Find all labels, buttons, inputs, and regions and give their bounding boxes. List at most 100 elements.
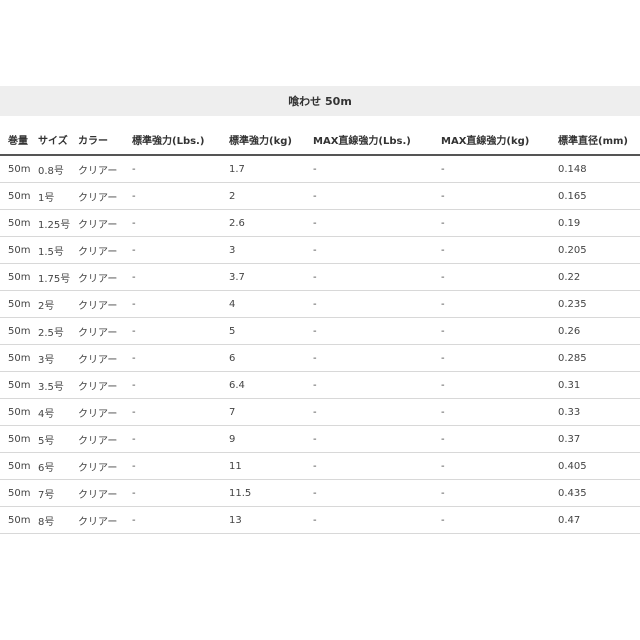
header-max-strength-kg: MAX直線強力(kg) xyxy=(433,124,550,156)
table-row: 50m 0.8号 クリアー -1.7- -0.148 xyxy=(0,155,640,183)
cell-amount: 50m xyxy=(0,209,34,237)
cell-amount: 50m xyxy=(0,236,34,264)
cell-max-strength-lbs: - xyxy=(305,236,433,264)
cell-std-diameter: 0.435 xyxy=(550,479,640,507)
cell-amount: 50m xyxy=(0,398,34,426)
cell-max-strength-lbs: - xyxy=(305,398,433,426)
cell-max-strength-lbs: - xyxy=(305,479,433,507)
cell-std-strength-lbs: - xyxy=(124,263,221,291)
cell-std-diameter: 0.31 xyxy=(550,371,640,399)
table-row: 50m 8号 クリアー -13- -0.47 xyxy=(0,506,640,534)
header-std-diameter: 標準直径(mm) xyxy=(550,124,640,156)
cell-size: 5号 xyxy=(34,425,74,453)
table-header-row: 巻量 サイズ カラー 標準強力(Lbs.) 標準強力(kg) MAX直線強力(L… xyxy=(0,124,640,156)
cell-amount: 50m xyxy=(0,479,34,507)
cell-color: クリアー xyxy=(74,452,124,480)
cell-max-strength-lbs: - xyxy=(305,371,433,399)
table-row: 50m 2号 クリアー -4- -0.235 xyxy=(0,290,640,318)
table-body: 50m 0.8号 クリアー -1.7- -0.148 50m 1号 クリアー -2- -0.165… xyxy=(0,155,640,534)
cell-max-strength-lbs: - xyxy=(305,317,433,345)
cell-color: クリアー xyxy=(74,290,124,318)
cell-std-strength-kg: 5 xyxy=(221,317,305,345)
cell-std-strength-kg: 11 xyxy=(221,452,305,480)
cell-max-strength-kg: - xyxy=(433,155,550,183)
table-row: 50m 1号 クリアー -2- -0.165 xyxy=(0,182,640,210)
spec-page: 喰わせ 50m 巻量 サイズ カラー 標準強力(Lbs.) 標準強力(kg) M… xyxy=(0,0,640,640)
cell-amount: 50m xyxy=(0,506,34,534)
cell-max-strength-lbs: - xyxy=(305,425,433,453)
cell-std-diameter: 0.33 xyxy=(550,398,640,426)
cell-size: 8号 xyxy=(34,506,74,534)
cell-max-strength-kg: - xyxy=(433,344,550,372)
cell-size: 2.5号 xyxy=(34,317,74,345)
cell-std-strength-lbs: - xyxy=(124,344,221,372)
cell-max-strength-kg: - xyxy=(433,452,550,480)
cell-amount: 50m xyxy=(0,344,34,372)
cell-std-diameter: 0.285 xyxy=(550,344,640,372)
cell-max-strength-kg: - xyxy=(433,398,550,426)
header-color: カラー xyxy=(74,124,124,156)
cell-std-strength-kg: 6 xyxy=(221,344,305,372)
cell-max-strength-lbs: - xyxy=(305,209,433,237)
cell-max-strength-lbs: - xyxy=(305,182,433,210)
cell-std-strength-kg: 3 xyxy=(221,236,305,264)
cell-size: 1.25号 xyxy=(34,209,74,237)
cell-size: 3号 xyxy=(34,344,74,372)
table-caption: 喰わせ 50m xyxy=(0,86,640,116)
cell-color: クリアー xyxy=(74,263,124,291)
cell-amount: 50m xyxy=(0,317,34,345)
header-amount: 巻量 xyxy=(0,124,34,156)
cell-std-diameter: 0.205 xyxy=(550,236,640,264)
cell-std-strength-lbs: - xyxy=(124,155,221,183)
cell-max-strength-lbs: - xyxy=(305,452,433,480)
table-row: 50m 5号 クリアー -9- -0.37 xyxy=(0,425,640,453)
cell-color: クリアー xyxy=(74,479,124,507)
cell-std-diameter: 0.235 xyxy=(550,290,640,318)
cell-std-strength-kg: 1.7 xyxy=(221,155,305,183)
table-row: 50m 3号 クリアー -6- -0.285 xyxy=(0,344,640,372)
cell-std-strength-kg: 6.4 xyxy=(221,371,305,399)
cell-std-strength-lbs: - xyxy=(124,425,221,453)
cell-color: クリアー xyxy=(74,182,124,210)
cell-amount: 50m xyxy=(0,182,34,210)
cell-max-strength-kg: - xyxy=(433,371,550,399)
cell-std-diameter: 0.405 xyxy=(550,452,640,480)
cell-max-strength-kg: - xyxy=(433,236,550,264)
cell-color: クリアー xyxy=(74,425,124,453)
cell-size: 3.5号 xyxy=(34,371,74,399)
cell-max-strength-kg: - xyxy=(433,263,550,291)
cell-std-strength-kg: 13 xyxy=(221,506,305,534)
cell-color: クリアー xyxy=(74,371,124,399)
cell-max-strength-kg: - xyxy=(433,506,550,534)
cell-std-strength-kg: 4 xyxy=(221,290,305,318)
cell-std-strength-kg: 7 xyxy=(221,398,305,426)
cell-color: クリアー xyxy=(74,344,124,372)
cell-max-strength-kg: - xyxy=(433,209,550,237)
cell-std-diameter: 0.165 xyxy=(550,182,640,210)
cell-max-strength-lbs: - xyxy=(305,155,433,183)
cell-max-strength-lbs: - xyxy=(305,506,433,534)
cell-std-strength-lbs: - xyxy=(124,290,221,318)
cell-size: 1.75号 xyxy=(34,263,74,291)
cell-color: クリアー xyxy=(74,398,124,426)
cell-std-strength-lbs: - xyxy=(124,236,221,264)
cell-std-strength-kg: 2 xyxy=(221,182,305,210)
table-row: 50m 1.75号 クリアー -3.7- -0.22 xyxy=(0,263,640,291)
cell-size: 1.5号 xyxy=(34,236,74,264)
cell-color: クリアー xyxy=(74,317,124,345)
cell-std-strength-lbs: - xyxy=(124,182,221,210)
table-row: 50m 1.5号 クリアー -3- -0.205 xyxy=(0,236,640,264)
cell-color: クリアー xyxy=(74,209,124,237)
cell-std-diameter: 0.26 xyxy=(550,317,640,345)
cell-size: 7号 xyxy=(34,479,74,507)
header-std-strength-lbs: 標準強力(Lbs.) xyxy=(124,124,221,156)
cell-amount: 50m xyxy=(0,371,34,399)
cell-std-strength-kg: 9 xyxy=(221,425,305,453)
cell-std-strength-kg: 3.7 xyxy=(221,263,305,291)
cell-size: 1号 xyxy=(34,182,74,210)
cell-std-strength-lbs: - xyxy=(124,209,221,237)
cell-max-strength-lbs: - xyxy=(305,263,433,291)
cell-color: クリアー xyxy=(74,506,124,534)
cell-max-strength-kg: - xyxy=(433,290,550,318)
cell-size: 6号 xyxy=(34,452,74,480)
